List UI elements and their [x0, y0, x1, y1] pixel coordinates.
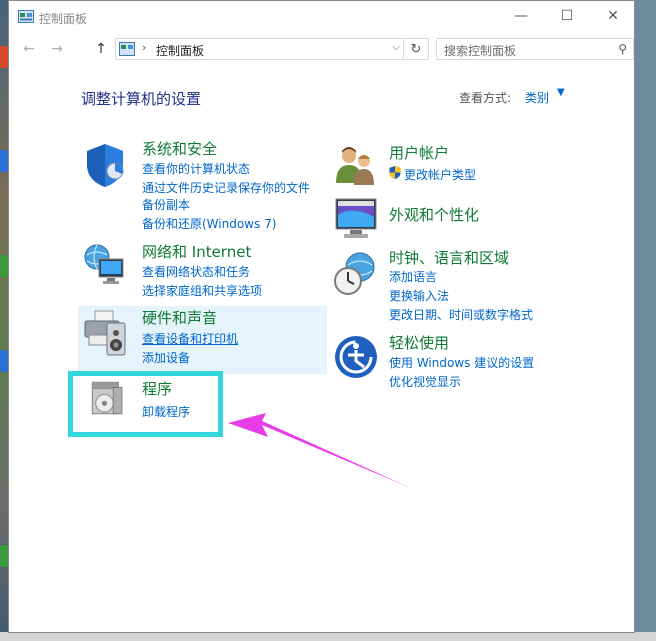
- link-change-date-format[interactable]: 更改日期、时间或数字格式: [389, 306, 533, 323]
- link-homegroup-sharing[interactable]: 选择家庭组和共享选项: [142, 282, 262, 299]
- link-add-device[interactable]: 添加设备: [142, 349, 190, 366]
- network-globe-icon[interactable]: [81, 241, 129, 289]
- refresh-icon[interactable]: ↻: [403, 39, 428, 59]
- page-title: 调整计算机的设置: [81, 90, 202, 108]
- link-devices-printers[interactable]: 查看设备和打印机: [142, 330, 238, 347]
- back-arrow-icon[interactable]: ←: [19, 39, 39, 59]
- address-bar[interactable]: › 控制面板 ⌵ ↻: [115, 38, 429, 60]
- category-ease-of-access[interactable]: 轻松使用: [389, 332, 449, 353]
- desktop-icon[interactable]: [0, 350, 8, 372]
- highlight-box: [68, 371, 223, 437]
- link-windows-recommended-settings[interactable]: 使用 Windows 建议的设置: [389, 354, 534, 371]
- search-icon[interactable]: ⚲: [618, 42, 627, 56]
- link-change-account-type[interactable]: 更改帐户类型: [404, 166, 476, 183]
- taskbar-edge: [0, 632, 656, 641]
- category-clock-language-region[interactable]: 时钟、语言和区域: [389, 247, 509, 268]
- maximize-button[interactable]: ☐: [544, 1, 590, 31]
- view-by-label: 查看方式:: [459, 91, 512, 105]
- link-backup-copy[interactable]: 备份副本: [142, 196, 190, 213]
- control-panel-icon: [119, 42, 135, 56]
- category-appearance-personalization[interactable]: 外观和个性化: [389, 204, 479, 225]
- navigation-bar: ← → ↑ › 控制面板 ⌵ ↻ 搜索控制面板 ⚲: [9, 33, 634, 65]
- category-system-security[interactable]: 系统和安全: [142, 138, 217, 159]
- view-by-dropdown[interactable]: 类别: [525, 89, 549, 106]
- link-change-input-method[interactable]: 更换输入法: [389, 287, 449, 304]
- printer-speaker-icon[interactable]: [81, 309, 129, 357]
- user-accounts-icon[interactable]: [332, 141, 380, 189]
- category-user-accounts[interactable]: 用户帐户: [389, 142, 449, 163]
- appearance-monitor-icon[interactable]: [332, 195, 380, 243]
- search-box[interactable]: 搜索控制面板 ⚲: [436, 38, 634, 60]
- title-bar[interactable]: 控制面板 — ☐ ✕: [9, 1, 634, 33]
- desktop-icon[interactable]: [0, 46, 8, 68]
- window-title: 控制面板: [39, 12, 88, 26]
- link-file-history[interactable]: 通过文件历史记录保存你的文件: [142, 179, 310, 196]
- link-network-status[interactable]: 查看网络状态和任务: [142, 263, 250, 280]
- up-arrow-icon[interactable]: ↑: [91, 39, 111, 59]
- breadcrumb-chevron-icon[interactable]: ›: [142, 41, 146, 54]
- control-panel-window: 控制面板 — ☐ ✕ ← → ↑ › 控制面板 ⌵ ↻ 搜索控制面板 ⚲ 调整计…: [8, 0, 635, 633]
- clock-globe-icon[interactable]: [332, 249, 380, 297]
- minimize-button[interactable]: —: [498, 1, 544, 31]
- link-backup-restore[interactable]: 备份和还原(Windows 7): [142, 215, 276, 232]
- shield-icon[interactable]: [81, 141, 129, 189]
- address-dropdown-icon[interactable]: ⌵: [392, 42, 400, 53]
- ease-of-access-icon[interactable]: [332, 333, 380, 381]
- desktop-icon[interactable]: [0, 255, 8, 277]
- forward-arrow-icon[interactable]: →: [47, 39, 67, 59]
- control-panel-icon: [18, 10, 34, 23]
- breadcrumb-control-panel[interactable]: 控制面板: [156, 42, 204, 59]
- link-add-language[interactable]: 添加语言: [389, 268, 437, 285]
- uac-shield-icon: [389, 166, 401, 179]
- desktop-icon[interactable]: [0, 545, 8, 567]
- link-view-computer-status[interactable]: 查看你的计算机状态: [142, 160, 250, 177]
- link-optimize-visual-display[interactable]: 优化视觉显示: [389, 373, 461, 390]
- search-input[interactable]: 搜索控制面板: [444, 42, 516, 59]
- close-button[interactable]: ✕: [590, 1, 636, 31]
- desktop-icon[interactable]: [0, 150, 8, 172]
- category-network-internet[interactable]: 网络和 Internet: [142, 241, 251, 262]
- category-hardware-sound[interactable]: 硬件和声音: [142, 307, 217, 328]
- dropdown-arrow-icon[interactable]: ▼: [557, 87, 565, 98]
